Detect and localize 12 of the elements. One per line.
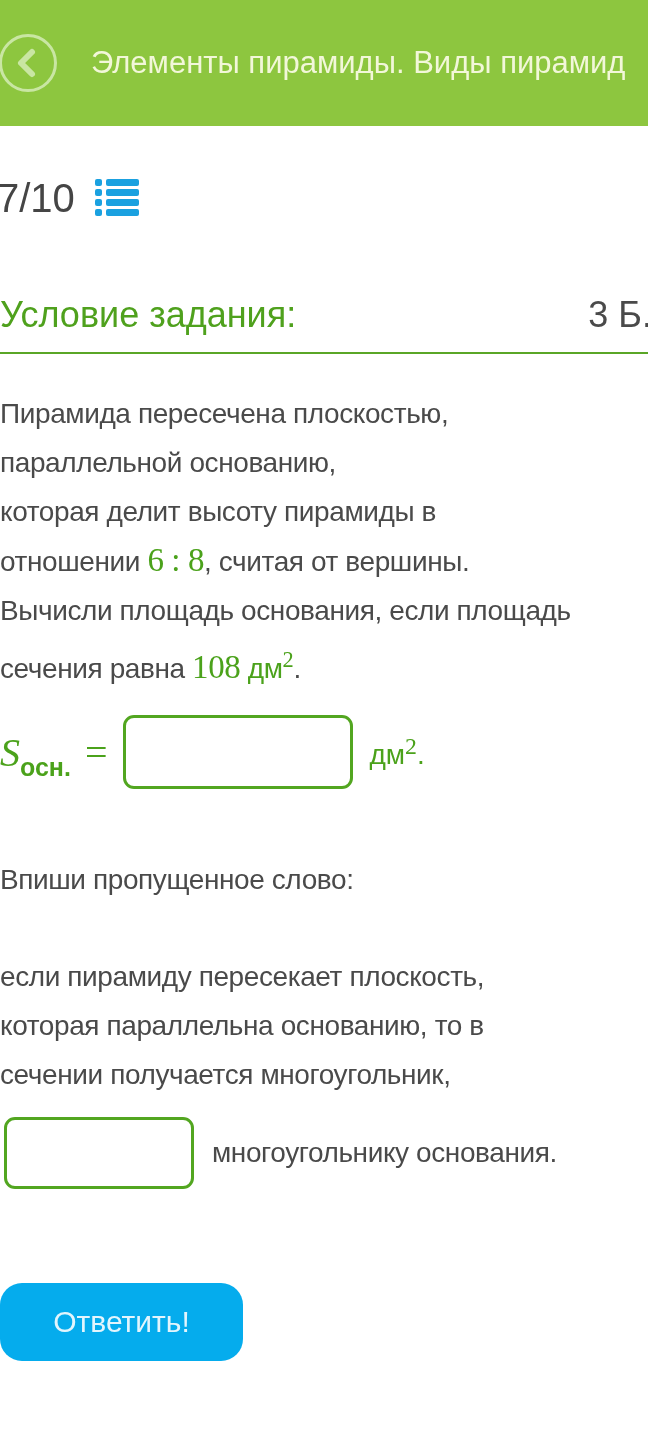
task-condition: Пирамида пересечена плоскостью, параллельной основанию, которая делит высоту пирамиды в отношении 6 : 8, считая от вершины. Вычисли площадь основания, если площадь сечения равна 108 дм$^{2}$. (0, 397, 572, 688)
unit-label: дм$^{2}$. (369, 733, 425, 772)
list-icon[interactable] (94, 179, 139, 217)
word-field[interactable] (4, 1117, 194, 1190)
task-points: 3 Б. (588, 293, 648, 337)
fill-in-sentence: если пирамиду пересекает плоскость, которая параллельна основанию, то в сечении получается многоугольник, (0, 960, 486, 1093)
submit-button[interactable]: Ответить! (0, 1283, 243, 1362)
task-heading: Условие задания: (0, 293, 297, 337)
page-title: Элементы пирамиды. Виды пирамид (91, 45, 626, 81)
answer-field[interactable] (123, 715, 354, 790)
instruction-text: Впиши пропущенное слово: (0, 863, 355, 898)
sentence-ending: многоугольнику основания. (212, 1137, 557, 1170)
